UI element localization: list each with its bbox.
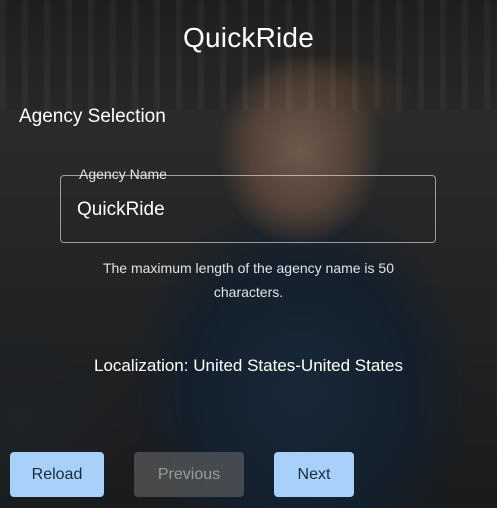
agency-name-helper-text: The maximum length of the agency name is… [102,260,395,300]
section-heading: Agency Selection [19,106,166,127]
dim-overlay [0,0,497,508]
reload-button[interactable]: Reload [10,452,104,497]
localization-text: Localization: United States-United State… [93,356,403,375]
agency-name-input[interactable] [77,196,417,224]
app-title: QuickRide [183,22,314,53]
agency-name-label: Agency Name [73,166,173,182]
next-button[interactable]: Next [274,452,354,497]
agency-name-field: Agency Name [60,166,436,243]
previous-button[interactable]: Previous [134,452,244,497]
